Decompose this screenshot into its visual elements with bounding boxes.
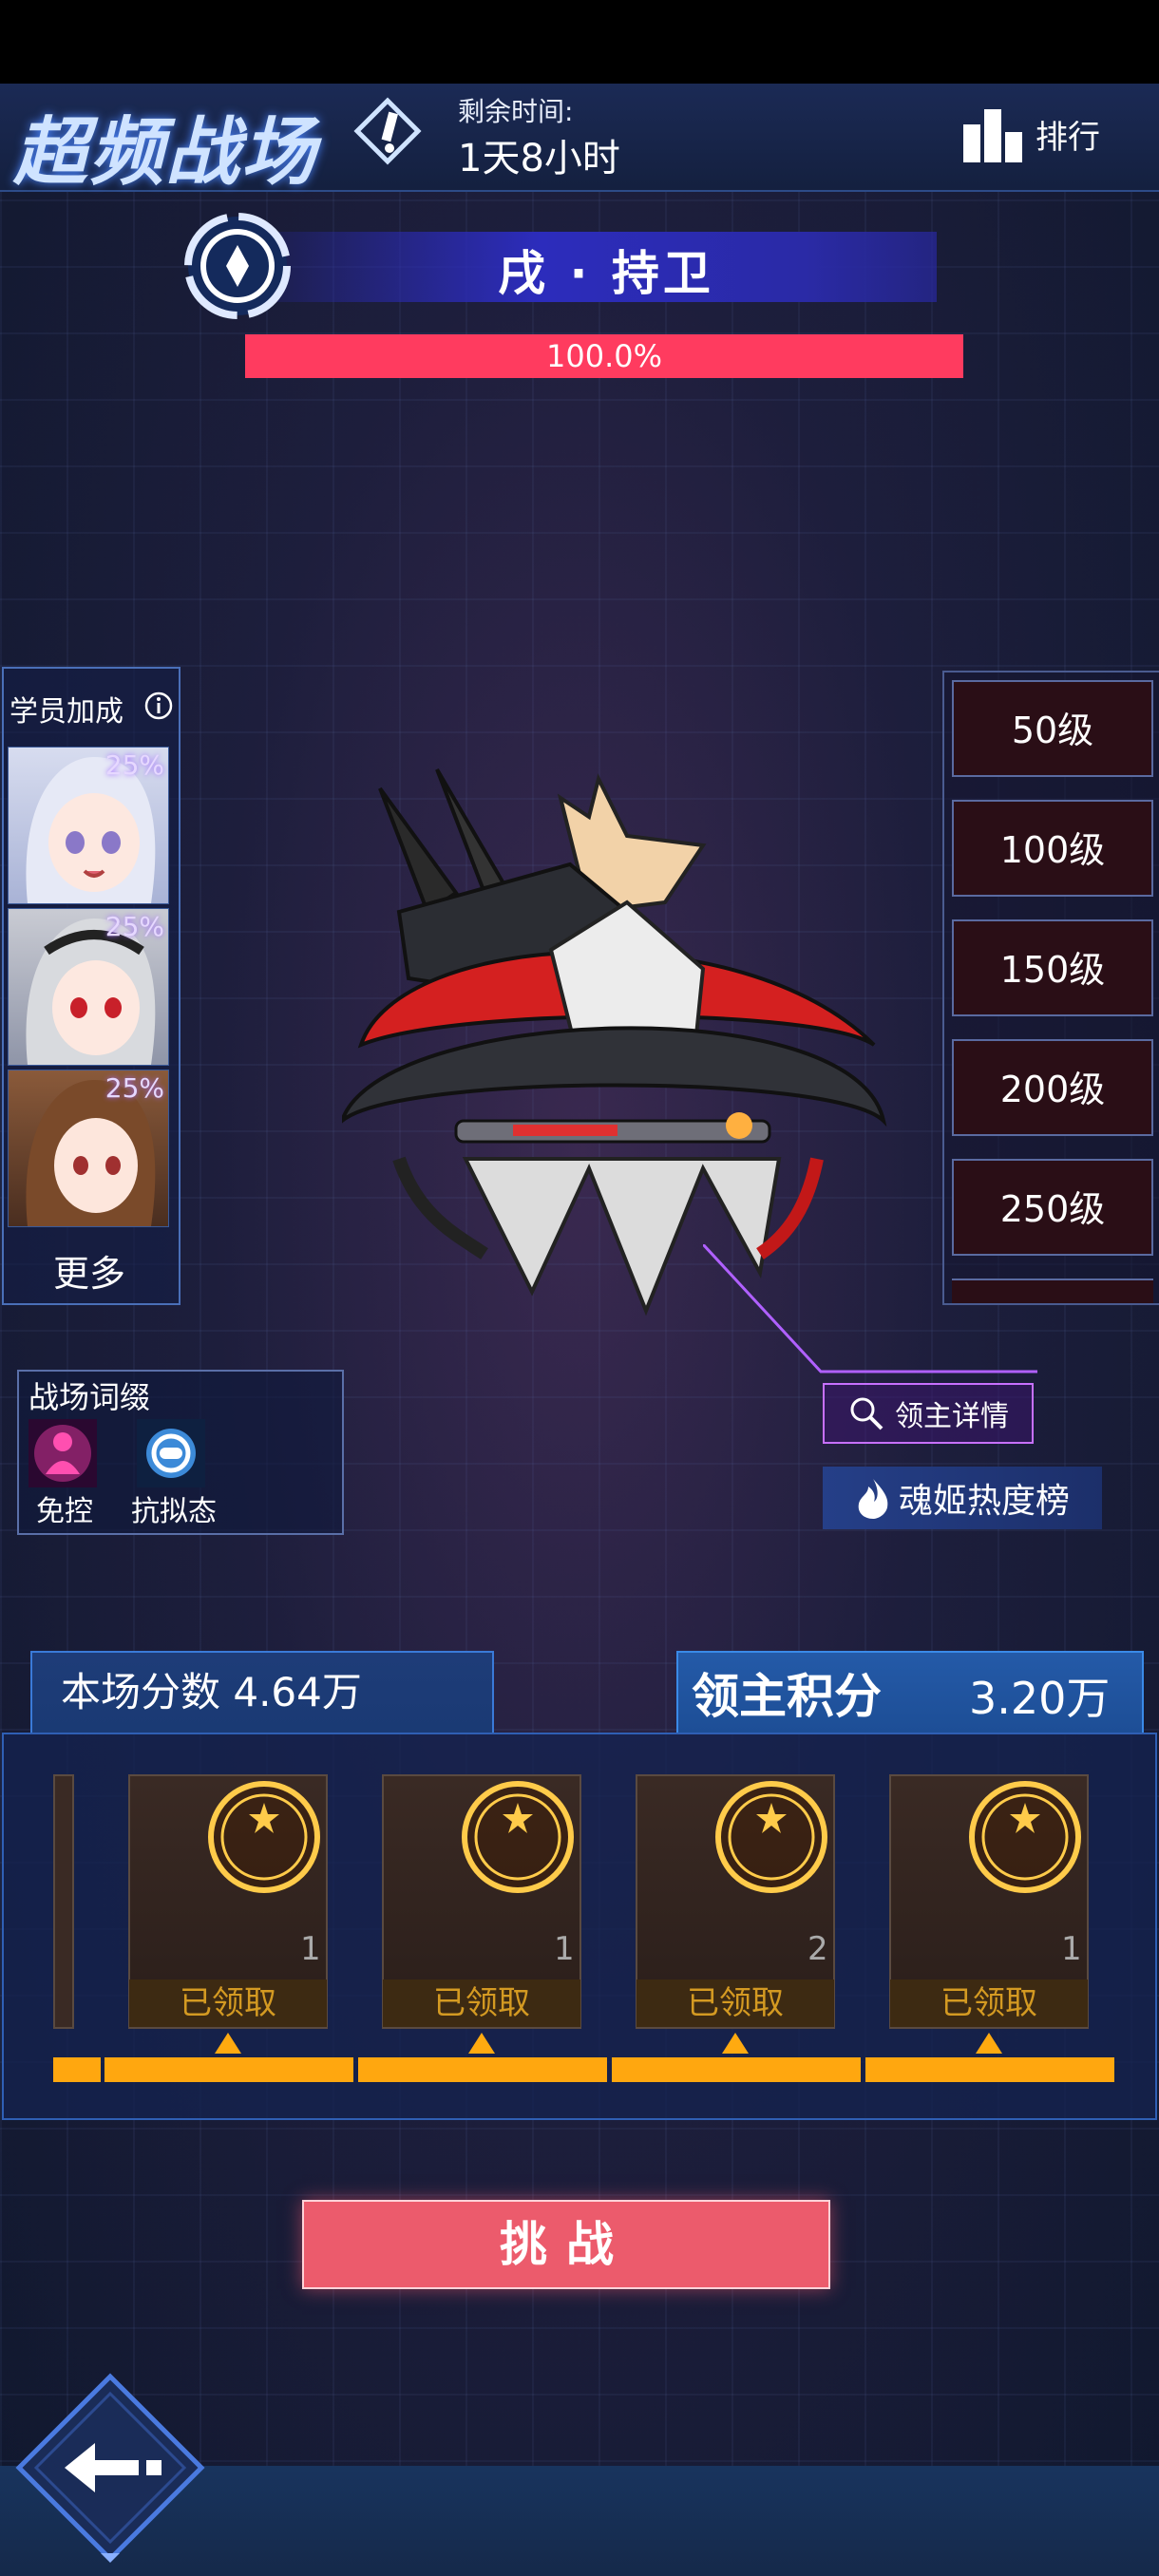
level-option[interactable]: 50级 [952,680,1153,777]
level-option[interactable]: 200级 [952,1039,1153,1136]
reward-status: 已领取 [129,1979,327,2027]
level-option-partial [952,1279,1153,1303]
reward-progress-segment [865,2057,1114,2082]
remaining-time-label: 剩余时间: [458,96,574,127]
level-option[interactable]: 100级 [952,800,1153,897]
ranking-label: 排行 [1036,118,1100,157]
more-students-button[interactable]: 更多 [2,1244,177,1297]
milestone-marker [215,2033,241,2054]
level-option[interactable]: 150级 [952,919,1153,1016]
battle-suffix-title: 战场词缀 [28,1379,151,1415]
boss-name: 戌 · 持卫 [498,246,714,301]
reward-card-partial [53,1774,74,2029]
magnifier-icon [850,1397,884,1430]
suffix-label: 抗拟态 [131,1495,217,1528]
anti-mimic-icon[interactable] [137,1419,205,1487]
control-immune-icon[interactable] [28,1419,97,1487]
bonus-percent: 25% [104,749,164,781]
reward-progress-segment [53,2057,101,2082]
lord-points-value: 3.20万 [969,1673,1111,1724]
claimed-stamp-icon [208,1781,320,1893]
level-option[interactable]: 250级 [952,1159,1153,1256]
claimed-stamp-icon [969,1781,1081,1893]
flame-icon [858,1479,888,1519]
info-icon[interactable] [144,691,173,720]
reward-status: 已领取 [890,1979,1088,2027]
milestone-marker [722,2033,749,2054]
milestone-marker [976,2033,1002,2054]
heat-ranking-button[interactable]: 魂姬热度榜 [823,1467,1102,1529]
ranking-icon [963,109,1022,162]
student-avatar[interactable]: 25% [8,1070,169,1227]
reward-status: 已领取 [383,1979,580,2027]
heat-ranking-label: 魂姬热度榜 [898,1482,1070,1521]
back-button[interactable] [15,2373,205,2563]
reward-progress-segment [104,2057,353,2082]
ranking-button[interactable]: 排行 [961,99,1123,169]
reward-status: 已领取 [636,1979,834,2027]
suffix-label: 免控 [36,1495,93,1528]
milestone-marker [468,2033,495,2054]
challenge-button[interactable]: 挑战 [302,2200,830,2289]
reward-progress-segment [358,2057,607,2082]
page-title: 超频战场 [13,110,318,196]
status-bar [0,0,1159,84]
claimed-stamp-icon [715,1781,827,1893]
reward-count: 1 [300,1930,321,1968]
remaining-time-value: 1天8小时 [458,137,620,180]
match-score-tab[interactable]: 本场分数 4.64万 [30,1651,494,1734]
bonus-percent: 25% [104,911,164,942]
lord-detail-button[interactable]: 领主详情 [823,1383,1034,1444]
reward-count: 1 [1061,1930,1082,1968]
alert-icon[interactable] [353,97,422,165]
reward-progress-segment [612,2057,861,2082]
student-avatar[interactable]: 25% [8,908,169,1066]
reward-count: 1 [554,1930,575,1968]
student-avatar[interactable]: 25% [8,747,169,904]
claimed-stamp-icon [462,1781,574,1893]
lord-detail-label: 领主详情 [895,1400,1009,1433]
lord-points-label: 领主积分 [692,1669,882,1724]
boss-hp-text: 100.0% [545,338,662,374]
reward-count: 2 [808,1930,828,1968]
student-bonus-title: 学员加成 [10,695,124,729]
bonus-percent: 25% [104,1072,164,1104]
